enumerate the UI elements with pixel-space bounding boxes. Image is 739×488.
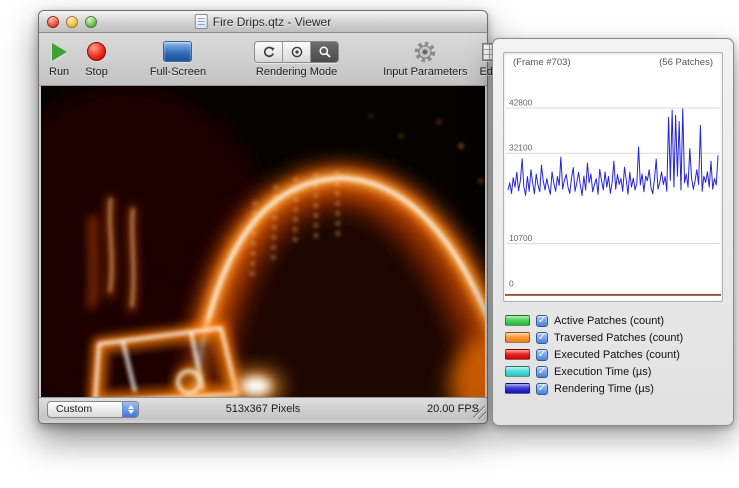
legend-checkbox[interactable]: ✓ — [536, 349, 548, 361]
screen-icon — [163, 41, 192, 62]
svg-text:10700: 10700 — [509, 233, 533, 243]
viewer-window: Fire Drips.qtz - Viewer Run Stop Full-Sc… — [38, 10, 488, 424]
legend-checkbox[interactable]: ✓ — [536, 315, 548, 327]
legend-color-swatch — [505, 332, 530, 343]
svg-text:32100: 32100 — [509, 143, 533, 153]
performance-chart: 0 10700 32100 42800 — [504, 53, 722, 301]
legend-row: ✓ Traversed Patches (count) — [505, 330, 723, 345]
fullscreen-button[interactable]: Full-Screen — [150, 38, 206, 78]
stats-window: (Frame #703) (56 Patches) 0 10700 32100 428… — [492, 38, 734, 426]
legend-color-swatch — [505, 383, 530, 394]
svg-text:42800: 42800 — [509, 97, 533, 107]
stop-button[interactable]: Stop — [85, 38, 108, 78]
size-popup[interactable]: Custom — [47, 401, 139, 418]
window-title: Fire Drips.qtz - Viewer — [213, 15, 331, 29]
play-icon — [52, 43, 67, 61]
close-button[interactable] — [47, 16, 59, 28]
size-popup-value: Custom — [56, 403, 92, 415]
legend-label: Traversed Patches (count) — [554, 332, 683, 344]
document-icon — [195, 14, 208, 29]
fullscreen-label: Full-Screen — [150, 66, 206, 78]
legend-row: ✓ Executed Patches (count) — [505, 347, 723, 362]
run-label: Run — [49, 66, 69, 78]
popup-stepper-icon — [122, 402, 138, 417]
title-area: Fire Drips.qtz - Viewer — [195, 14, 331, 29]
viewer-toolbar: Run Stop Full-Screen — [39, 33, 487, 86]
rendering-mode-segmented — [254, 41, 339, 63]
legend-label: Execution Time (µs) — [554, 366, 651, 378]
legend-label: Active Patches (count) — [554, 315, 664, 327]
magnifier-icon — [318, 45, 332, 59]
chart-legend: ✓ Active Patches (count) ✓ Traversed Patche… — [503, 313, 723, 396]
profile-icon — [290, 45, 304, 59]
legend-checkbox[interactable]: ✓ — [536, 383, 548, 395]
legend-color-swatch — [505, 366, 530, 377]
legend-label: Rendering Time (µs) — [554, 383, 654, 395]
zoom-button[interactable] — [85, 16, 97, 28]
input-parameters-button[interactable]: Input Parameters — [383, 38, 467, 78]
window-controls — [39, 16, 97, 28]
rendering-mode-profile-segment[interactable] — [283, 42, 311, 62]
svg-text:0: 0 — [509, 278, 514, 288]
viewer-titlebar[interactable]: Fire Drips.qtz - Viewer — [39, 11, 487, 33]
render-view[interactable] — [41, 86, 485, 397]
legend-checkbox[interactable]: ✓ — [536, 366, 548, 378]
fps-text: 20.00 FPS — [427, 403, 479, 415]
viewer-statusbar: Custom 513x367 Pixels 20.00 FPS — [39, 397, 487, 420]
gear-icon — [413, 40, 437, 64]
legend-label: Executed Patches (count) — [554, 349, 680, 361]
minimize-button[interactable] — [66, 16, 78, 28]
legend-color-swatch — [505, 315, 530, 326]
rendering-mode-debug-segment[interactable] — [311, 42, 338, 62]
run-button[interactable]: Run — [49, 38, 69, 78]
legend-row: ✓ Rendering Time (µs) — [505, 381, 723, 396]
legend-row: ✓ Execution Time (µs) — [505, 364, 723, 379]
chart-header: (Frame #703) (56 Patches) — [513, 57, 713, 68]
fire-render-art — [41, 86, 485, 397]
legend-row: ✓ Active Patches (count) — [505, 313, 723, 328]
performance-chart-box: (Frame #703) (56 Patches) 0 10700 32100 428… — [503, 52, 723, 302]
rendering-mode-label: Rendering Mode — [256, 66, 337, 78]
patch-counter: (56 Patches) — [659, 57, 713, 68]
legend-checkbox[interactable]: ✓ — [536, 332, 548, 344]
stop-icon — [87, 42, 106, 61]
stop-label: Stop — [85, 66, 108, 78]
frame-counter: (Frame #703) — [513, 57, 571, 68]
legend-color-swatch — [505, 349, 530, 360]
rendering-mode-normal-segment[interactable] — [255, 42, 283, 62]
input-parameters-label: Input Parameters — [383, 66, 467, 78]
rendering-mode-control: Rendering Mode — [254, 38, 339, 78]
curved-arrow-icon — [262, 45, 276, 59]
